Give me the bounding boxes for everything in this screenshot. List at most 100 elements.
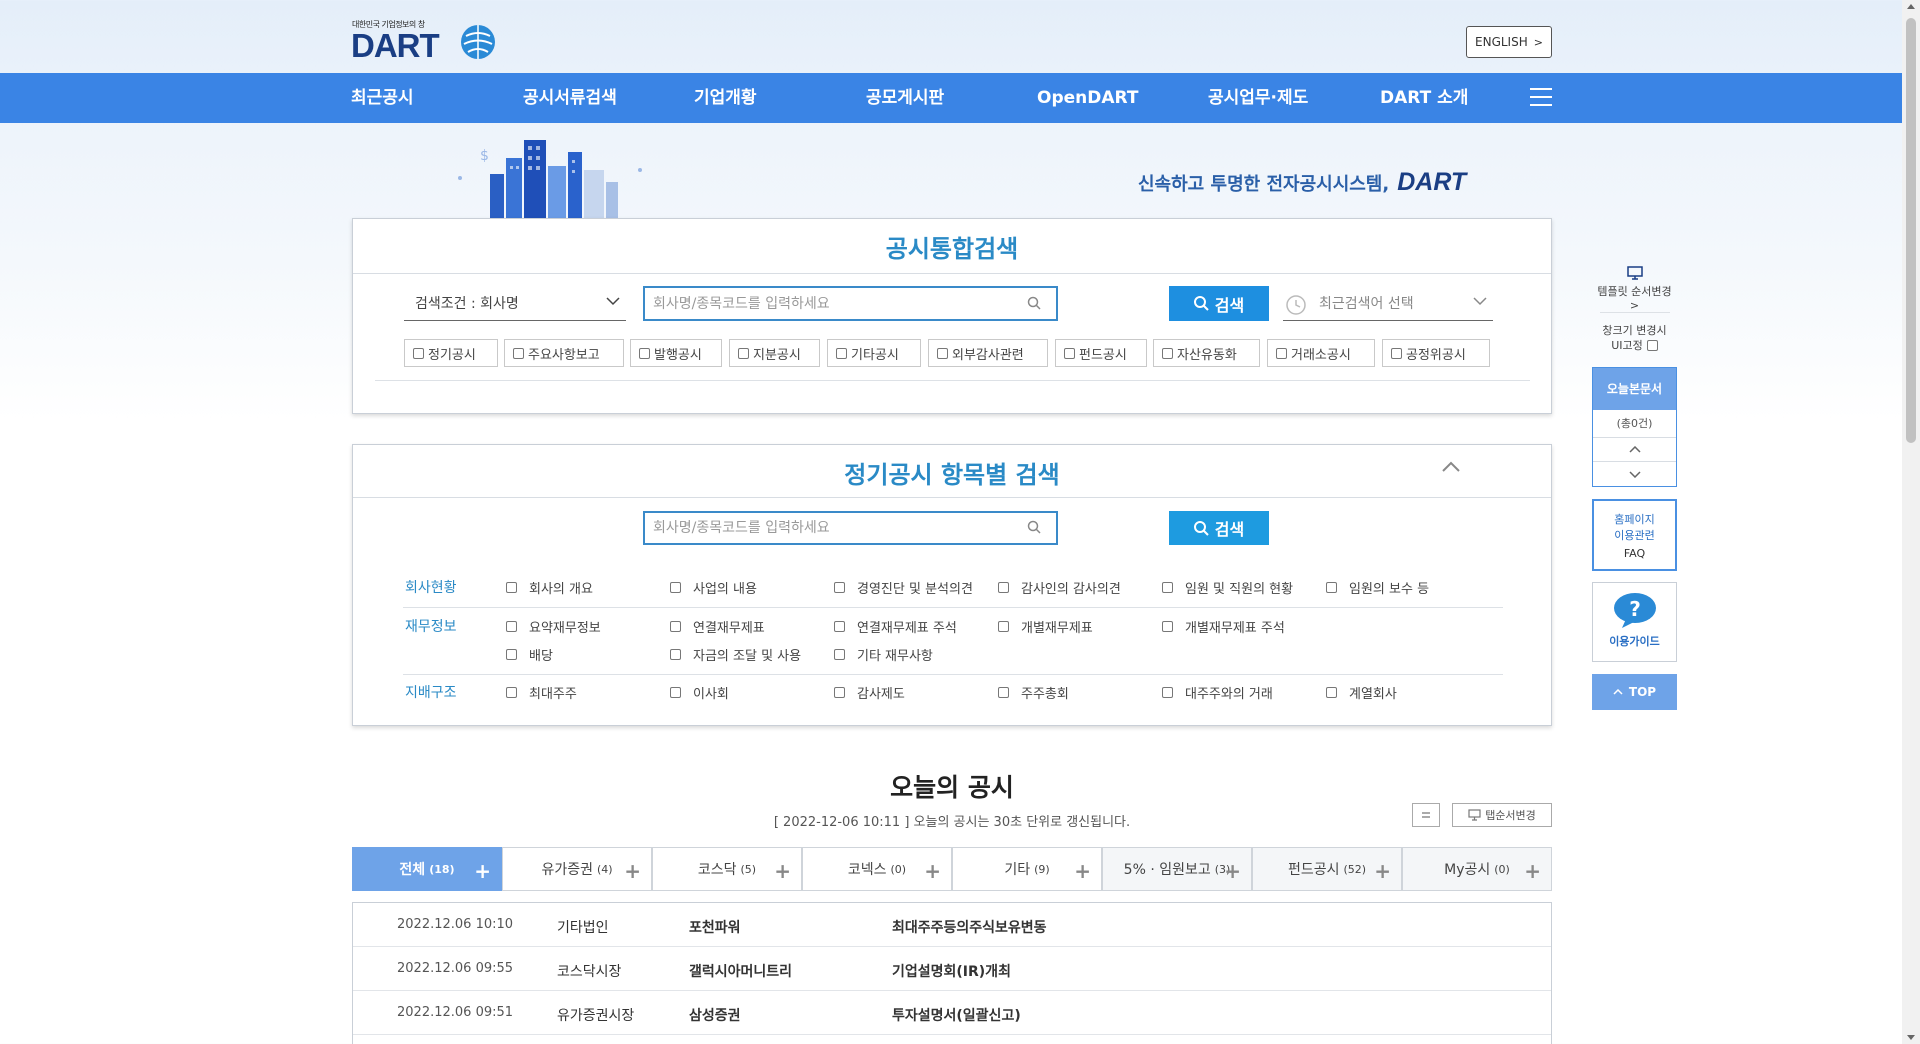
plus-icon[interactable]: + [1074,859,1091,883]
filter-ftc[interactable]: 공정위공시 [1382,339,1490,367]
checkbox[interactable] [998,582,1009,593]
checkbox[interactable] [670,687,681,698]
plus-icon[interactable]: + [474,859,491,883]
option-separate-notes[interactable]: 개별재무제표 주석 [1162,617,1285,636]
plus-icon[interactable]: + [924,859,941,883]
plus-icon[interactable]: + [1374,859,1391,883]
filter-major-report[interactable]: 주요사항보고 [504,339,624,367]
checkbox[interactable] [1162,347,1173,359]
plus-icon[interactable]: + [774,859,791,883]
checkbox[interactable] [670,582,681,593]
checkbox[interactable] [670,649,681,660]
checkbox[interactable] [1326,687,1337,698]
row-report[interactable]: 최대주주등의주식보유변동 [892,917,1047,937]
checkbox[interactable] [738,347,749,359]
option-summary-fin[interactable]: 요약재무정보 [506,617,601,636]
option-other-fin[interactable]: 기타 재무사항 [834,645,933,664]
table-row[interactable]: 2022.12.06 10:10 기타법인 포천파워 최대주주등의주식보유변동 [353,903,1551,947]
table-row[interactable]: 2022.12.06 09:51 유가증권시장 삼성증권 투자설명서(일괄신고) [353,991,1551,1035]
chevron-up-icon[interactable] [1441,461,1461,473]
checkbox[interactable] [506,582,517,593]
filter-issuance[interactable]: 발행공시 [630,339,722,367]
checkbox[interactable] [506,687,517,698]
nav-item-disclosure-work[interactable]: 공시업무·제도 [1208,73,1308,123]
tab-all[interactable]: 전체 (18) + [352,847,502,891]
user-guide-button[interactable]: ? 이용가이드 [1592,582,1677,662]
tab-other[interactable]: 기타 (9) + [952,847,1102,891]
option-dividend[interactable]: 배당 [506,645,553,664]
periodic-search-input[interactable] [643,511,1058,545]
page-scrollbar[interactable] [1902,0,1920,1044]
checkbox[interactable] [998,621,1009,632]
option-executives[interactable]: 임원 및 직원의 현황 [1162,578,1293,597]
search-button[interactable]: 검색 [1169,286,1269,321]
list-view-button[interactable] [1412,803,1440,827]
checkbox[interactable] [513,347,524,359]
checkbox[interactable] [1162,582,1173,593]
tab-order-button[interactable]: 탭순서변경 [1452,803,1552,827]
option-shareholders-meeting[interactable]: 주주총회 [998,683,1069,702]
plus-icon[interactable]: + [1524,859,1541,883]
checkbox[interactable] [1326,582,1337,593]
checkbox[interactable] [413,347,424,359]
nav-item-doc-search[interactable]: 공시서류검색 [523,73,617,123]
checkbox[interactable] [937,347,948,359]
checkbox[interactable] [1646,339,1658,351]
option-board[interactable]: 이사회 [670,683,729,702]
scroll-down-arrow[interactable] [1907,1035,1915,1040]
scroll-down-button[interactable] [1593,462,1676,486]
checkbox[interactable] [1276,347,1287,359]
row-company[interactable]: 갤럭시아머니트리 [689,961,792,981]
periodic-search-button[interactable]: 검색 [1169,511,1269,545]
option-mda[interactable]: 경영진단 및 분석의견 [834,578,973,597]
option-major-holder-trade[interactable]: 대주주와의 거래 [1162,683,1273,702]
filter-other[interactable]: 기타공시 [827,339,921,367]
checkbox[interactable] [506,649,517,660]
checkbox[interactable] [1391,347,1402,359]
row-company[interactable]: 삼성증권 [689,1005,741,1025]
nav-item-about[interactable]: DART 소개 [1380,73,1468,123]
tab-konex[interactable]: 코넥스 (0) + [802,847,952,891]
scroll-up-button[interactable] [1593,438,1676,462]
row-report[interactable]: 기업설명회(IR)개최 [892,961,1011,981]
checkbox[interactable] [639,347,650,359]
homepage-faq-button[interactable]: 홈페이지 이용관련 FAQ [1592,499,1677,571]
checkbox[interactable] [1162,621,1173,632]
company-search-input[interactable] [643,286,1058,321]
scrollbar-thumb[interactable] [1906,18,1916,443]
checkbox[interactable] [834,649,845,660]
option-largest-shareholder[interactable]: 최대주주 [506,683,577,702]
english-button[interactable]: ENGLISH > [1466,26,1552,58]
filter-fund[interactable]: 펀드공시 [1055,339,1147,367]
table-row[interactable]: 2022.12.06 09:55 코스닥시장 갤럭시아머니트리 기업설명회(IR… [353,947,1551,991]
option-company-overview[interactable]: 회사의 개요 [506,578,593,597]
filter-asset-backed[interactable]: 자산유동화 [1153,339,1260,367]
option-business[interactable]: 사업의 내용 [670,578,757,597]
checkbox[interactable] [834,621,845,632]
checkbox[interactable] [506,621,517,632]
recent-search-select[interactable]: 최근검색어 선택 [1283,287,1493,321]
template-order-button[interactable]: 템플릿 순서변경 > [1592,266,1677,312]
plus-icon[interactable]: + [624,859,641,883]
checkbox[interactable] [834,687,845,698]
checkbox[interactable] [1064,347,1075,359]
tab-5pct-executive[interactable]: 5% · 임원보고 (3) + [1102,847,1252,891]
tab-kosdaq[interactable]: 코스닥 (5) + [652,847,802,891]
option-executive-pay[interactable]: 임원의 보수 등 [1326,578,1429,597]
nav-item-company[interactable]: 기업개황 [694,73,757,123]
nav-item-opendart[interactable]: OpenDART [1037,73,1138,123]
ui-fix-toggle[interactable]: UI고정 [1592,337,1677,353]
search-condition-select[interactable]: 검색조건 : 회사명 [404,287,626,321]
tab-kospi[interactable]: 유가증권 (4) + [502,847,652,891]
option-consolidated[interactable]: 연결재무제표 [670,617,765,636]
top-button[interactable]: TOP [1592,674,1677,710]
row-company[interactable]: 포천파워 [689,917,741,937]
filter-equity[interactable]: 지분공시 [729,339,820,367]
option-affiliates[interactable]: 계열회사 [1326,683,1397,702]
filter-regular[interactable]: 정기공시 [404,339,498,367]
nav-item-offering[interactable]: 공모게시판 [866,73,944,123]
checkbox[interactable] [836,347,847,359]
filter-external-audit[interactable]: 외부감사관련 [928,339,1048,367]
checkbox[interactable] [1162,687,1173,698]
checkbox[interactable] [998,687,1009,698]
